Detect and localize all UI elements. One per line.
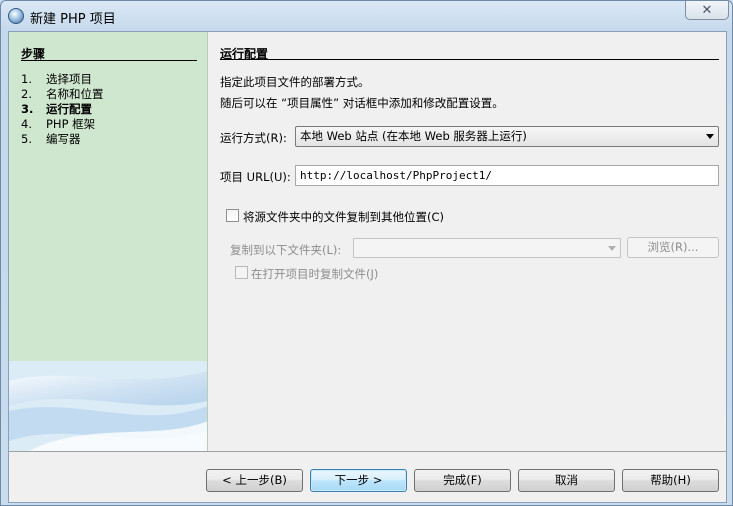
steps-list: 1. 选择项目 2. 名称和位置 3. 运行配置 4. PHP 框架 5. 编写器 (21, 72, 104, 147)
steps-panel: 步骤 1. 选择项目 2. 名称和位置 3. 运行配置 4. PHP 框架 5. 编写器 (9, 32, 208, 451)
step-label: 选择项目 (46, 72, 92, 86)
button-bar: < 上一步(B) 下一步 > 完成(F) 取消 帮助(H) (9, 451, 726, 502)
copy-on-open-label: 在打开项目时复制文件(J) (251, 267, 379, 281)
finish-button[interactable]: 完成(F) (414, 469, 511, 492)
close-button[interactable]: ✕ (685, 1, 729, 20)
title-bar[interactable]: 新建 PHP 项目 ✕ (1, 1, 732, 31)
close-icon: ✕ (701, 2, 713, 18)
next-button[interactable]: 下一步 > (310, 469, 407, 492)
netbeans-app-icon (8, 8, 24, 24)
step-item: 2. 名称和位置 (21, 87, 104, 101)
window-title: 新建 PHP 项目 (30, 12, 116, 27)
chevron-down-icon (608, 246, 616, 251)
run-as-dropdown[interactable]: 本地 Web 站点 (在本地 Web 服务器上运行) (295, 126, 719, 147)
project-url-input[interactable]: http://localhost/PhpProject1/ (295, 165, 719, 186)
copy-to-folder-label: 复制到以下文件夹(L): (230, 243, 342, 257)
copy-files-label[interactable]: 将源文件夹中的文件复制到其他位置(C) (243, 209, 444, 225)
dialog-client-area: 步骤 1. 选择项目 2. 名称和位置 3. 运行配置 4. PHP 框架 5. 编写器 (8, 31, 727, 503)
step-label: 编写器 (46, 132, 81, 146)
decorative-swoosh-graphic (9, 361, 207, 451)
back-button[interactable]: < 上一步(B) (206, 469, 303, 492)
help-button[interactable]: 帮助(H) (622, 469, 719, 492)
step-label: 名称和位置 (46, 87, 104, 101)
step-item: 4. PHP 框架 (21, 117, 96, 131)
copy-files-checkbox[interactable] (226, 209, 239, 222)
dialog-window: 新建 PHP 项目 ✕ 步骤 1. 选择项目 2. 名称和位置 3. 运行配置 4. P… (0, 0, 733, 506)
cancel-button[interactable]: 取消 (518, 469, 615, 492)
step-item: 1. 选择项目 (21, 72, 92, 86)
description-line-1: 指定此项目文件的部署方式。 (220, 75, 370, 89)
run-as-label: 运行方式(R): (220, 131, 287, 145)
steps-divider (21, 60, 197, 61)
step-label: PHP 框架 (46, 117, 96, 131)
step-item: 5. 编写器 (21, 132, 81, 146)
step-label: 运行配置 (46, 102, 92, 116)
chevron-down-icon (706, 134, 714, 139)
content-panel: 运行配置 指定此项目文件的部署方式。 随后可以在 “项目属性” 对话框中添加和修… (208, 32, 726, 451)
run-as-value: 本地 Web 站点 (在本地 Web 服务器上运行) (300, 129, 527, 143)
project-url-label: 项目 URL(U): (220, 170, 291, 184)
section-divider (220, 59, 719, 60)
copy-to-folder-dropdown[interactable] (353, 238, 621, 258)
description-line-2: 随后可以在 “项目属性” 对话框中添加和修改配置设置。 (220, 96, 504, 110)
step-item-current: 3. 运行配置 (21, 102, 92, 116)
copy-on-open-checkbox[interactable] (235, 266, 248, 279)
browse-button[interactable]: 浏览(R)... (627, 237, 719, 258)
